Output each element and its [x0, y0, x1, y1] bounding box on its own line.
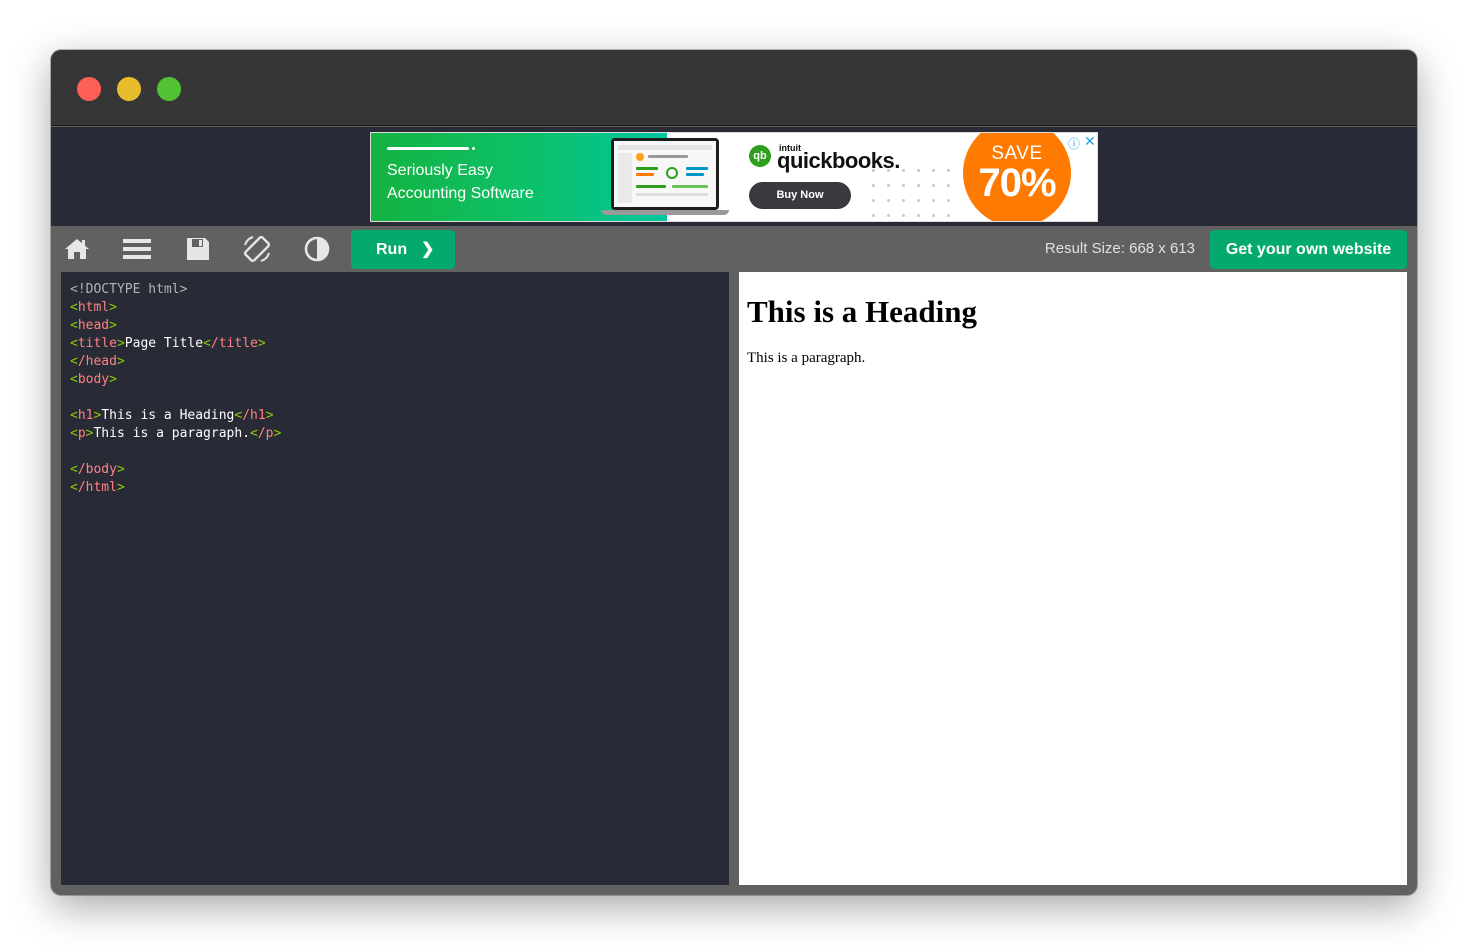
save-icon[interactable] — [184, 235, 212, 263]
chevron-right-icon: ❯ — [421, 241, 435, 258]
doctype-text: <!DOCTYPE html> — [70, 282, 188, 297]
ad-close-icon[interactable]: ✕ — [1084, 133, 1096, 150]
code-line: <head> — [70, 318, 117, 333]
ad-decor-line — [387, 147, 469, 150]
close-window-button[interactable] — [77, 77, 101, 101]
code-tag: h1 — [77, 408, 94, 423]
quickbooks-logo-icon: qb — [749, 145, 771, 167]
code-text: This is a Heading — [101, 408, 235, 423]
code-tag: /head — [77, 354, 117, 369]
code-tag: title — [77, 336, 117, 351]
code-text: This is a paragraph. — [93, 426, 251, 441]
home-icon[interactable] — [63, 235, 91, 263]
result-heading: This is a Heading — [747, 294, 977, 329]
editor-toolbar: Run ❯ Result Size: 668 x 613 Get your ow… — [51, 226, 1417, 272]
run-label: Run — [376, 241, 408, 258]
ad-bar: Seriously Easy Accounting Software qb in… — [51, 127, 1417, 226]
code-tag: head — [77, 318, 110, 333]
result-paragraph: This is a paragraph. — [747, 350, 866, 366]
ad-choices-icon[interactable]: ⓘ — [1068, 135, 1080, 152]
ad-tagline-line-2: Accounting Software — [387, 185, 534, 202]
ad-decor-dot — [472, 147, 475, 150]
code-line: <title>Page Title</title> — [70, 336, 266, 351]
code-tag: /h1 — [242, 408, 266, 423]
result-size-label: Result Size: 668 x 613 — [1044, 240, 1195, 257]
menu-icon[interactable] — [123, 235, 151, 263]
browser-window: Seriously Easy Accounting Software qb in… — [51, 50, 1417, 895]
title-bar — [51, 50, 1417, 126]
ad-dot-pattern — [866, 163, 961, 218]
code-tag: body — [77, 372, 110, 387]
code-tag: /title — [210, 336, 258, 351]
code-line: <p>This is a paragraph.</p> — [70, 426, 282, 441]
code-line: <!DOCTYPE html> — [70, 281, 729, 299]
code-line: </html> — [70, 480, 125, 495]
code-line: </head> — [70, 354, 125, 369]
maximize-window-button[interactable] — [157, 77, 181, 101]
minimize-window-button[interactable] — [117, 77, 141, 101]
code-line: <html> — [70, 300, 117, 315]
buy-now-button[interactable]: Buy Now — [749, 182, 851, 209]
code-line: <body> — [70, 372, 117, 387]
get-own-website-button[interactable]: Get your own website — [1210, 230, 1407, 269]
code-tag: /p — [257, 426, 274, 441]
laptop-image — [601, 138, 731, 216]
code-tag: /body — [77, 462, 117, 477]
save-badge: SAVE 70% — [963, 133, 1071, 221]
code-line: <h1>This is a Heading</h1> — [70, 408, 274, 423]
code-tag: html — [77, 300, 110, 315]
code-editor[interactable]: <!DOCTYPE html> <html> <head> <title>Pag… — [61, 272, 729, 885]
code-line: </body> — [70, 462, 125, 477]
code-tag: /html — [77, 480, 117, 495]
rotate-icon[interactable] — [243, 235, 271, 263]
quickbooks-ad-banner[interactable]: Seriously Easy Accounting Software qb in… — [370, 132, 1098, 222]
contrast-icon[interactable] — [303, 235, 331, 263]
ad-tagline-line-1: Seriously Easy — [387, 162, 493, 179]
pane-divider[interactable] — [729, 272, 739, 885]
code-text: Page Title — [124, 336, 204, 351]
run-button[interactable]: Run ❯ — [351, 230, 455, 269]
save-percent: 70% — [978, 161, 1056, 205]
ad-tagline: Seriously Easy Accounting Software — [387, 159, 587, 205]
code-tag: p — [77, 426, 86, 441]
result-pane: This is a Heading This is a paragraph. — [739, 272, 1407, 885]
